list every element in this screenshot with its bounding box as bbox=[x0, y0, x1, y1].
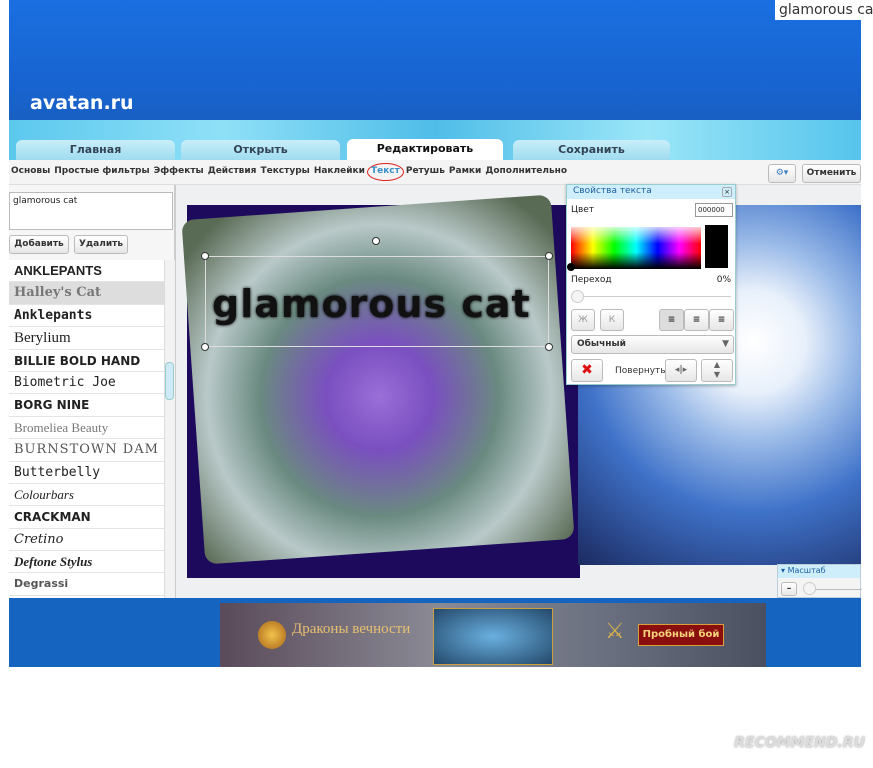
zoom-slider-thumb[interactable] bbox=[803, 582, 816, 595]
transition-slider-thumb[interactable] bbox=[571, 290, 584, 303]
scrollbar-thumb[interactable] bbox=[165, 362, 174, 400]
zoom-out-button[interactable]: – bbox=[781, 582, 797, 596]
color-picker-handle[interactable] bbox=[567, 263, 575, 271]
menu-retouch[interactable]: Ретушь bbox=[404, 166, 447, 181]
font-item[interactable]: BILLIE BOLD HAND bbox=[9, 350, 164, 372]
tab-save[interactable]: Сохранить bbox=[513, 140, 670, 160]
ad-brand: Драконы вечности bbox=[292, 621, 411, 637]
flip-vertical-button[interactable]: ▲ ▼ bbox=[701, 359, 733, 382]
transition-value: 0% bbox=[716, 275, 731, 285]
transition-slider[interactable] bbox=[571, 296, 731, 297]
ad-banner[interactable]: Драконы вечности ⚔ Пробный бой bbox=[220, 603, 766, 667]
gear-icon: ⚙▾ bbox=[775, 168, 789, 178]
close-icon[interactable]: × bbox=[722, 187, 732, 197]
menu-simple-filters[interactable]: Простые фильтры bbox=[52, 166, 151, 181]
rose-photo bbox=[181, 194, 575, 565]
resize-handle[interactable] bbox=[545, 252, 553, 260]
menu-more[interactable]: Дополнительно bbox=[483, 166, 569, 181]
bold-button[interactable]: Ж bbox=[571, 309, 595, 331]
dragon-logo-icon bbox=[258, 621, 286, 649]
flip-vertical-icon: ▲ ▼ bbox=[713, 360, 721, 379]
site-header bbox=[9, 0, 861, 125]
rotate-handle[interactable] bbox=[372, 237, 380, 245]
site-logo[interactable]: avatan.ru bbox=[30, 92, 134, 114]
font-list-scrollbar[interactable] bbox=[164, 260, 175, 598]
edit-menu: Основы Простые фильтры Эффекты Действия … bbox=[9, 163, 569, 181]
rotate-label: Повернуть: bbox=[615, 366, 669, 376]
ad-cta-button[interactable]: Пробный бой bbox=[638, 624, 724, 646]
italic-button[interactable]: К bbox=[600, 309, 624, 331]
font-item[interactable]: Cretino bbox=[9, 529, 164, 552]
ad-image bbox=[433, 608, 553, 665]
font-item[interactable]: Bromeliea Beauty bbox=[9, 417, 164, 440]
font-item[interactable]: Halley's Cat bbox=[9, 282, 164, 305]
font-item[interactable]: Anklepants bbox=[9, 305, 164, 328]
menu-text[interactable]: Текст bbox=[366, 163, 404, 181]
settings-button[interactable]: ⚙▾ bbox=[768, 164, 796, 183]
menu-stickers[interactable]: Наклейки bbox=[312, 166, 367, 181]
tab-open[interactable]: Открыть bbox=[181, 140, 340, 160]
align-left-button[interactable]: ≡ bbox=[659, 309, 684, 331]
color-swatch bbox=[705, 225, 728, 268]
cancel-button[interactable]: Отменить bbox=[802, 164, 861, 183]
zoom-title: ▾ Масштаб bbox=[778, 565, 860, 578]
add-button[interactable]: Добавить bbox=[9, 235, 69, 254]
resize-handle[interactable] bbox=[201, 343, 209, 351]
chevron-down-icon: ▼ bbox=[722, 339, 729, 349]
flip-horizontal-button[interactable]: ◂|▸ bbox=[665, 359, 697, 382]
style-select[interactable]: Обычный ▼ bbox=[571, 335, 734, 354]
menu-basics[interactable]: Основы bbox=[9, 166, 52, 181]
color-label: Цвет bbox=[571, 205, 595, 215]
zoom-panel: ▾ Масштаб – bbox=[777, 564, 862, 598]
font-item[interactable]: Degrassi bbox=[9, 573, 164, 596]
watermark: RECOMMEND.RU bbox=[734, 735, 865, 751]
color-picker[interactable] bbox=[571, 227, 701, 269]
delete-button[interactable]: Удалить bbox=[74, 235, 128, 254]
font-item[interactable]: Colourbars bbox=[9, 484, 164, 507]
font-item[interactable]: Biometric Joe bbox=[9, 372, 164, 395]
overlay-text[interactable]: glamorous cat bbox=[212, 282, 531, 326]
font-item[interactable]: CRACKMAN bbox=[9, 506, 164, 529]
font-item[interactable]: BORG NINE bbox=[9, 394, 164, 417]
font-item[interactable]: Butterbelly bbox=[9, 462, 164, 484]
menu-textures[interactable]: Текстуры bbox=[258, 166, 311, 181]
align-right-button[interactable]: ≡ bbox=[709, 309, 734, 331]
font-item[interactable]: Deftone Stylus bbox=[9, 551, 164, 574]
x-icon: ✖ bbox=[581, 362, 593, 378]
transition-label: Переход bbox=[571, 275, 612, 285]
resize-handle[interactable] bbox=[201, 252, 209, 260]
font-item[interactable]: Berylium bbox=[9, 327, 164, 350]
resize-handle[interactable] bbox=[545, 343, 553, 351]
align-center-button[interactable]: ≡ bbox=[684, 309, 709, 331]
color-hex-input[interactable]: 000000 bbox=[695, 203, 733, 217]
tab-home[interactable]: Главная bbox=[16, 140, 175, 160]
panel-title: Свойства текста bbox=[567, 185, 735, 199]
font-item[interactable]: BURNSTOWN DAM bbox=[9, 439, 164, 462]
style-value: Обычный bbox=[577, 339, 626, 349]
menu-frames[interactable]: Рамки bbox=[447, 166, 483, 181]
tab-edit[interactable]: Редактировать bbox=[347, 139, 503, 161]
flip-horizontal-icon: ◂|▸ bbox=[674, 365, 688, 375]
text-input[interactable]: glamorous cat bbox=[9, 192, 173, 230]
caption: glamorous cat bbox=[775, 0, 873, 20]
zoom-title-text: Масштаб bbox=[787, 566, 826, 575]
menu-actions[interactable]: Действия bbox=[206, 166, 259, 181]
text-properties-panel: Свойства текста × Цвет 000000 Переход 0%… bbox=[566, 184, 736, 385]
menu-effects[interactable]: Эффекты bbox=[152, 166, 206, 181]
font-list: ANKLEPANTS Halley's Cat Anklepants Beryl… bbox=[9, 260, 164, 598]
delete-text-button[interactable]: ✖ bbox=[571, 359, 603, 382]
crossed-swords-icon: ⚔ bbox=[605, 619, 625, 644]
font-item[interactable]: ANKLEPANTS bbox=[9, 260, 164, 283]
